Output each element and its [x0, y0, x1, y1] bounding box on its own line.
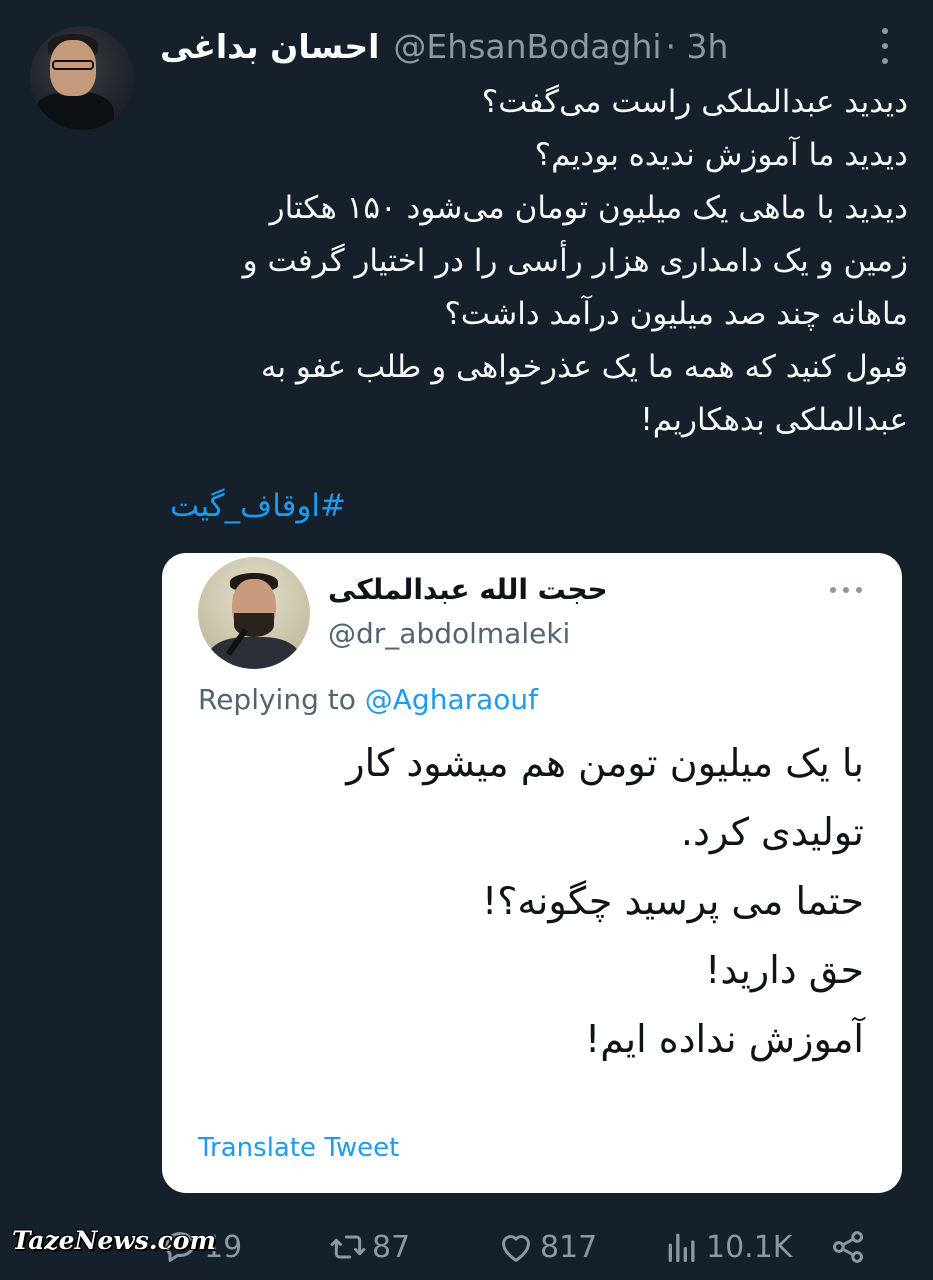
tweet-line: دیدید عبدالملکی راست می‌گفت؟: [481, 84, 908, 120]
quoted-more-icon[interactable]: [830, 587, 862, 593]
quoted-line: حتما می پرسید چگونه؟!: [481, 879, 864, 923]
quoted-line: حق دارید!: [705, 948, 864, 992]
tweet-line: دیدید ما آموزش ندیده بودیم؟: [534, 137, 908, 173]
replying-mention[interactable]: @Agharaouf: [365, 683, 538, 716]
quoted-author-handle[interactable]: @dr_abdolmaleki: [328, 617, 570, 650]
tweet-time[interactable]: · 3h: [666, 27, 729, 66]
tweet-page: احسان بداغی @EhsanBodaghi · 3h دیدید عبد…: [0, 0, 933, 1280]
retweet-button[interactable]: 87: [328, 1222, 410, 1272]
like-count: 817: [540, 1229, 598, 1265]
replying-to: Replying to @Agharaouf: [198, 683, 538, 716]
tweet-text: دیدید عبدالملکی راست می‌گفت؟ دیدید ما آم…: [150, 76, 908, 447]
share-icon: [833, 1231, 863, 1263]
like-icon: [502, 1235, 530, 1262]
author-name[interactable]: احسان بداغی: [160, 27, 379, 66]
tweet-line: عبدالملکی بدهکاریم!: [640, 402, 908, 438]
like-button[interactable]: 817: [496, 1222, 597, 1272]
quoted-author-avatar[interactable]: [198, 557, 310, 669]
views-icon: [668, 1233, 695, 1262]
author-avatar[interactable]: [30, 26, 134, 130]
quoted-text: با یک میلیون تومن هم میشود کار تولیدی کر…: [198, 729, 864, 1074]
quoted-author-name[interactable]: حجت الله عبدالملکی: [328, 573, 608, 606]
tweet-line: دیدید با ماهی یک میلیون تومان می‌شود ۱۵۰…: [269, 190, 908, 226]
tweet-line: ماهانه چند صد میلیون درآمد داشت؟: [444, 296, 908, 332]
tweet-line: زمین و یک دامداری هزار رأسی را در اختیار…: [242, 243, 908, 279]
views-button[interactable]: 10.1K: [662, 1222, 792, 1272]
author-handle[interactable]: @EhsanBodaghi: [393, 27, 661, 66]
tweet-header: احسان بداغی @EhsanBodaghi · 3h: [160, 26, 760, 66]
more-icon[interactable]: [881, 28, 889, 64]
replying-prefix: Replying to: [198, 683, 356, 716]
retweet-count: 87: [372, 1229, 411, 1265]
share-button[interactable]: [828, 1222, 872, 1272]
views-count: 10.1K: [706, 1229, 793, 1265]
translate-tweet-link[interactable]: Translate Tweet: [198, 1133, 399, 1163]
watermark: TazeNews.com: [12, 1226, 216, 1255]
quoted-line: تولیدی کرد.: [680, 810, 864, 854]
retweet-icon: [330, 1235, 366, 1259]
quoted-line: آموزش نداده ایم!: [584, 1017, 864, 1061]
quoted-tweet[interactable]: حجت الله عبدالملکی @dr_abdolmaleki Reply…: [162, 553, 902, 1193]
hashtag-link[interactable]: #اوقاف_گیت: [170, 488, 346, 524]
quoted-line: با یک میلیون تومن هم میشود کار: [346, 741, 864, 785]
tweet-line: قبول کنید که همه ما یک عذرخواهی و طلب عف…: [260, 349, 908, 385]
